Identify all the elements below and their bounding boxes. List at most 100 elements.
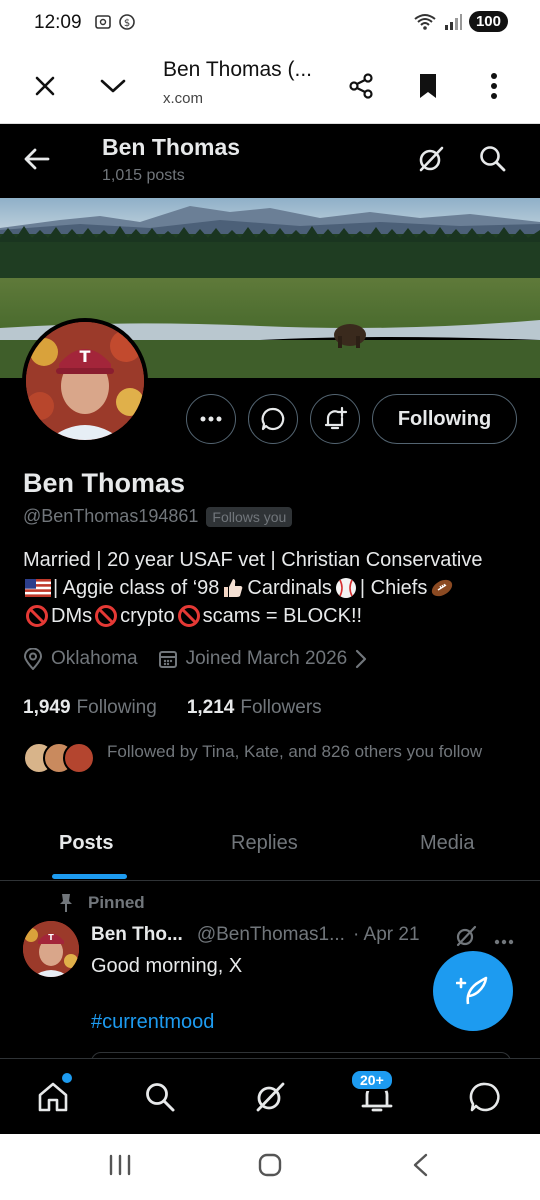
prohibited-icon: [25, 604, 49, 628]
browser-toolbar: Ben Thomas (... x.com: [0, 48, 540, 124]
profile-top-bar: Ben Thomas 1,015 posts: [0, 124, 540, 198]
bottom-navigation: 20+: [0, 1058, 540, 1134]
post-date[interactable]: · Apr 21: [353, 924, 420, 946]
bookmark-icon[interactable]: [412, 70, 444, 102]
following-button[interactable]: Following: [372, 394, 517, 444]
profile-joined: Joined March 2026: [185, 648, 348, 669]
profile-header-name: Ben Thomas: [102, 134, 241, 160]
chevron-down-icon[interactable]: [97, 70, 129, 102]
tab-replies[interactable]: Replies: [231, 832, 298, 855]
profile-display-name: Ben Thomas: [23, 468, 186, 498]
signal-icon: [444, 13, 462, 30]
close-icon[interactable]: [29, 70, 61, 102]
followers-count: 1,214: [186, 697, 235, 718]
football-icon: [429, 576, 455, 600]
bio-line-3: DMs crypto scams = BLOCK!!: [23, 602, 523, 630]
thumbs-up-icon: [221, 576, 245, 600]
mail-icon: [469, 1082, 500, 1112]
compose-button[interactable]: [433, 951, 513, 1031]
post-author-name[interactable]: Ben Tho...: [91, 924, 183, 946]
post-text: Good morning, X: [91, 955, 243, 977]
post-hashtag[interactable]: #currentmood: [91, 1011, 214, 1034]
more-horizontal-icon: [200, 416, 222, 422]
more-options-button[interactable]: [186, 394, 236, 444]
joined-item[interactable]: Joined March 2026: [158, 648, 368, 670]
post-author-handle[interactable]: @BenThomas1...: [197, 924, 345, 946]
profile-tabs: Posts Replies Media: [0, 818, 540, 881]
share-icon[interactable]: [345, 70, 377, 102]
followed-by-row[interactable]: Followed by Tina, Kate, and 826 others y…: [23, 740, 487, 776]
profile-avatar[interactable]: T: [22, 318, 148, 444]
message-button[interactable]: [248, 394, 298, 444]
search-icon: [146, 1083, 175, 1112]
money-icon: $: [119, 14, 135, 30]
svg-text:T: T: [80, 347, 91, 366]
follow-counts: 1,949 Following 1,214 Followers: [23, 697, 322, 719]
followers-count-link[interactable]: 1,214 Followers: [187, 697, 322, 719]
notification-subscribe-button[interactable]: [310, 394, 360, 444]
more-horizontal-icon[interactable]: [494, 932, 514, 950]
grok-icon: [256, 1082, 285, 1112]
home-button-icon[interactable]: [257, 1152, 283, 1183]
calendar-icon: [158, 651, 177, 668]
profile-handle-row: @BenThomas194861 Follows you: [23, 506, 293, 527]
grok-icon[interactable]: [454, 924, 478, 953]
status-bar: 12:09 $ 100: [0, 0, 540, 48]
nav-search[interactable]: [140, 1077, 180, 1117]
post-header: Ben Tho... @BenThomas1... · Apr 21: [91, 924, 420, 946]
bio-line-2: | Aggie class of ‘98 Cardinals | Chiefs: [23, 574, 523, 602]
bio-cardinals-text: Cardinals: [247, 577, 332, 599]
bio-line-1: Married | 20 year USAF vet | Christian C…: [23, 549, 483, 571]
active-tab-indicator: [52, 874, 127, 879]
nav-grok[interactable]: [250, 1077, 290, 1117]
home-new-dot: [62, 1073, 72, 1083]
profile-location: Oklahoma: [51, 648, 138, 669]
more-vertical-icon[interactable]: [478, 70, 510, 102]
compose-icon: [456, 976, 488, 1005]
following-label: Following: [76, 697, 157, 718]
bio-scams-text: scams = BLOCK!!: [202, 605, 363, 627]
follows-you-badge: Follows you: [206, 506, 293, 527]
following-count-link[interactable]: 1,949 Following: [23, 697, 157, 719]
message-icon: [261, 407, 285, 431]
status-time: 12:09: [34, 12, 82, 33]
browser-page-title[interactable]: Ben Thomas (...: [163, 58, 312, 82]
nav-home[interactable]: [33, 1077, 73, 1117]
profile-posts-count: 1,015 posts: [102, 167, 185, 184]
svg-text:T: T: [48, 933, 54, 942]
bio-dms-text: DMs: [51, 605, 93, 627]
recent-apps-icon[interactable]: [107, 1152, 133, 1183]
bio-aggie-text: | Aggie class of ‘98: [53, 577, 220, 599]
status-notification-icons: $: [94, 13, 136, 31]
home-icon: [38, 1082, 68, 1112]
system-navigation-bar: [0, 1134, 540, 1200]
us-flag-icon: [25, 579, 51, 597]
post-author-avatar[interactable]: T: [23, 921, 79, 977]
tab-media[interactable]: Media: [420, 832, 474, 855]
pin-icon: [60, 894, 72, 912]
baseball-icon: [334, 576, 358, 600]
back-button-icon[interactable]: [410, 1152, 430, 1183]
location-icon: [23, 648, 43, 670]
battery-indicator: 100: [468, 11, 508, 32]
wifi-icon: [414, 13, 436, 30]
followed-by-text: Followed by Tina, Kate, and 826 others y…: [107, 742, 483, 761]
back-arrow-icon[interactable]: [22, 144, 52, 179]
svg-text:$: $: [124, 18, 130, 29]
location-item: Oklahoma: [23, 648, 138, 670]
status-system-icons: 100: [413, 11, 508, 32]
notifications-badge: 20+: [350, 1069, 394, 1091]
search-icon[interactable]: [478, 144, 508, 179]
notification-add-icon: [324, 406, 348, 430]
chevron-right-icon: [356, 649, 367, 669]
profile-handle: @BenThomas194861: [23, 506, 199, 526]
bio-crypto-text: crypto: [120, 605, 175, 627]
bio-chiefs-text: | Chiefs: [359, 577, 428, 599]
nav-messages[interactable]: [465, 1077, 505, 1117]
browser-url[interactable]: x.com: [163, 90, 203, 107]
grok-icon[interactable]: [416, 144, 446, 179]
tab-posts[interactable]: Posts: [59, 832, 113, 855]
pinned-label: Pinned: [88, 893, 145, 912]
prohibited-icon: [177, 604, 201, 628]
screenshot-icon: [95, 15, 111, 29]
